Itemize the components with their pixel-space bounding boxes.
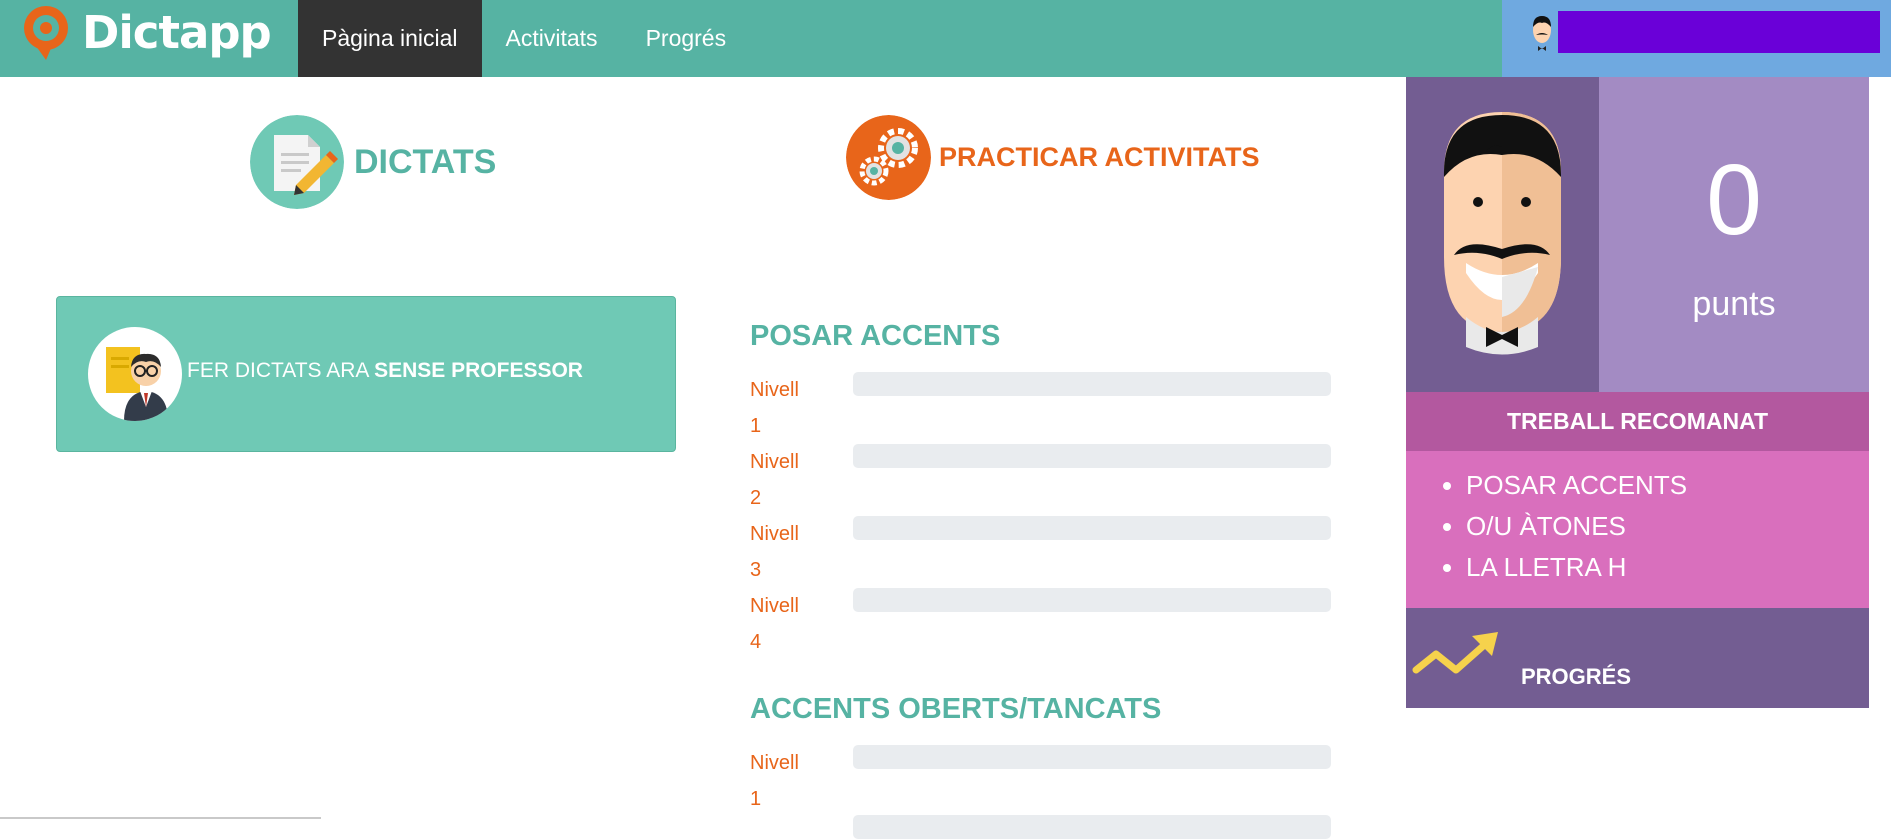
dictats-heading[interactable]: DICTATS: [250, 115, 496, 209]
user-avatar-icon: [1533, 16, 1551, 51]
nav-item-home[interactable]: Pàgina inicial: [298, 0, 482, 77]
gears-icon: [846, 115, 931, 200]
level-number: 4: [750, 631, 762, 653]
level-number: 2: [750, 487, 762, 509]
level-link[interactable]: Nivell 2: [750, 444, 810, 516]
card-text-bold: SENSE PROFESSOR: [374, 359, 583, 382]
logo-icon: [24, 6, 68, 60]
level-link[interactable]: Nivell 3: [750, 516, 810, 588]
start-dictation-label: FER DICTATS ARA SENSE PROFESSOR: [187, 359, 583, 383]
level-progress-bar: [853, 372, 1331, 396]
mascot-icon: [1443, 112, 1562, 355]
main-nav: Pàgina inicial Activitats Progrés: [298, 0, 750, 77]
level-number: 1: [750, 788, 762, 810]
progress-panel[interactable]: PROGRÉS: [1406, 608, 1869, 708]
user-name-field[interactable]: [1558, 11, 1880, 53]
teacher-avatar-icon: [88, 327, 182, 421]
nav-item-activities[interactable]: Activitats: [482, 0, 622, 77]
user-menu[interactable]: [1502, 0, 1891, 77]
mascot-panel: [1406, 77, 1599, 392]
horizontal-scrollbar[interactable]: [0, 817, 321, 819]
level-word: Nivell: [750, 752, 799, 774]
recommended-list: POSAR ACCENTS O/U ÀTONES LA LLETRA H: [1406, 451, 1869, 608]
group-title-posar-accents[interactable]: POSAR ACCENTS: [750, 320, 1000, 353]
brand[interactable]: Dictapp: [22, 0, 272, 64]
level-word: Nivell: [750, 379, 799, 401]
level-link[interactable]: Nivell 1: [750, 745, 810, 817]
recommended-item[interactable]: POSAR ACCENTS: [1466, 465, 1869, 506]
level-progress-bar: [853, 745, 1331, 769]
group-title-accents-oberts-tancats[interactable]: ACCENTS OBERTS/TANCATS: [750, 693, 1161, 726]
practicar-title: PRACTICAR ACTIVITATS: [939, 142, 1260, 172]
level-word: Nivell: [750, 595, 799, 617]
recommended-item[interactable]: LA LLETRA H: [1466, 547, 1869, 588]
level-word: Nivell: [750, 451, 799, 473]
level-link[interactable]: Nivell 4: [750, 588, 810, 660]
start-dictation-card[interactable]: FER DICTATS ARA SENSE PROFESSOR: [56, 296, 676, 452]
trending-up-icon: [1412, 632, 1498, 674]
dictats-title: DICTATS: [354, 142, 497, 181]
level-number: 1: [750, 415, 762, 437]
level-link[interactable]: Nivell 1: [750, 372, 810, 444]
nav-item-progress[interactable]: Progrés: [622, 0, 751, 77]
app-name: Dictapp: [82, 5, 272, 59]
score-value: 0: [1706, 144, 1762, 256]
recommended-item[interactable]: O/U ÀTONES: [1466, 506, 1869, 547]
card-text-prefix: FER DICTATS ARA: [187, 359, 375, 382]
level-progress-bar: [853, 444, 1331, 468]
level-number: 3: [750, 559, 762, 581]
level-progress-bar: [853, 588, 1331, 612]
level-word: Nivell: [750, 523, 799, 545]
score-label: punts: [1692, 285, 1776, 323]
top-navbar: Dictapp Pàgina inicial Activitats Progré…: [0, 0, 1891, 77]
practicar-heading[interactable]: PRACTICAR ACTIVITATS: [846, 115, 1259, 200]
document-pencil-icon: [250, 115, 344, 209]
level-progress-bar: [853, 815, 1331, 839]
recommended-header: TREBALL RECOMANAT: [1406, 392, 1869, 451]
progress-label: PROGRÉS: [1521, 664, 1632, 689]
level-progress-bar: [853, 516, 1331, 540]
